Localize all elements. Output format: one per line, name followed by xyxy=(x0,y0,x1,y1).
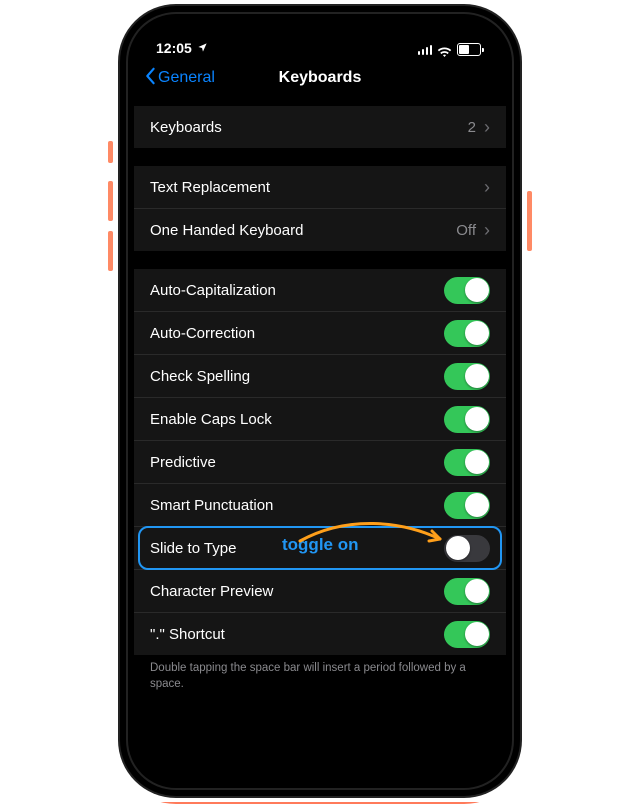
iphone-frame: 12:05 General xyxy=(120,6,520,796)
mute-switch xyxy=(108,141,113,163)
status-time: 12:05 xyxy=(156,40,192,56)
row-label: Smart Punctuation xyxy=(150,497,444,514)
row-label: One Handed Keyboard xyxy=(150,222,456,239)
row-keyboards[interactable]: Keyboards 2 › xyxy=(134,106,506,148)
row-text-replacement[interactable]: Text Replacement › xyxy=(134,166,506,209)
toggle-period-shortcut[interactable] xyxy=(444,621,490,648)
cellular-icon xyxy=(418,44,433,55)
volume-up-button xyxy=(108,181,113,221)
row-label: Slide to Type xyxy=(150,540,444,557)
battery-icon xyxy=(457,43,484,56)
section-footer: Double tapping the space bar will insert… xyxy=(134,655,506,692)
row-label: Character Preview xyxy=(150,583,444,600)
toggle-check-spelling[interactable] xyxy=(444,363,490,390)
row-one-handed-keyboard[interactable]: One Handed Keyboard Off › xyxy=(134,209,506,251)
back-button[interactable]: General xyxy=(144,67,215,90)
notch xyxy=(230,20,410,48)
toggle-predictive[interactable] xyxy=(444,449,490,476)
screen: 12:05 General xyxy=(134,20,506,782)
toggle-slide-to-type[interactable] xyxy=(444,535,490,562)
row-label: Auto-Capitalization xyxy=(150,282,444,299)
row-label: Predictive xyxy=(150,454,444,471)
row-label: Auto-Correction xyxy=(150,325,444,342)
settings-content[interactable]: Keyboards 2 › Text Replacement › One Han… xyxy=(134,98,506,782)
row-label: Enable Caps Lock xyxy=(150,411,444,428)
row-auto-correction: Auto-Correction xyxy=(134,312,506,355)
toggle-auto-capitalization[interactable] xyxy=(444,277,490,304)
page-title: Keyboards xyxy=(279,69,362,87)
toggle-enable-caps-lock[interactable] xyxy=(444,406,490,433)
row-label: Check Spelling xyxy=(150,368,444,385)
one-handed-value: Off xyxy=(456,222,476,239)
chevron-left-icon xyxy=(144,67,156,90)
row-period-shortcut: "." Shortcut xyxy=(134,613,506,655)
row-slide-to-type: Slide to Type toggle on xyxy=(134,527,506,570)
row-enable-caps-lock: Enable Caps Lock xyxy=(134,398,506,441)
row-label: Text Replacement xyxy=(150,179,484,196)
row-auto-capitalization: Auto-Capitalization xyxy=(134,269,506,312)
toggle-smart-punctuation[interactable] xyxy=(444,492,490,519)
power-button xyxy=(527,191,532,251)
volume-down-button xyxy=(108,231,113,271)
chevron-right-icon: › xyxy=(484,178,490,196)
nav-bar: General Keyboards xyxy=(134,58,506,98)
row-character-preview: Character Preview xyxy=(134,570,506,613)
row-smart-punctuation: Smart Punctuation xyxy=(134,484,506,527)
wifi-icon xyxy=(437,44,452,55)
row-predictive: Predictive xyxy=(134,441,506,484)
location-icon xyxy=(197,40,208,56)
row-check-spelling: Check Spelling xyxy=(134,355,506,398)
toggle-character-preview[interactable] xyxy=(444,578,490,605)
row-label: "." Shortcut xyxy=(150,626,444,643)
keyboards-count: 2 xyxy=(468,119,476,136)
row-label: Keyboards xyxy=(150,119,468,136)
back-label: General xyxy=(158,69,215,87)
chevron-right-icon: › xyxy=(484,118,490,136)
toggle-auto-correction[interactable] xyxy=(444,320,490,347)
chevron-right-icon: › xyxy=(484,221,490,239)
